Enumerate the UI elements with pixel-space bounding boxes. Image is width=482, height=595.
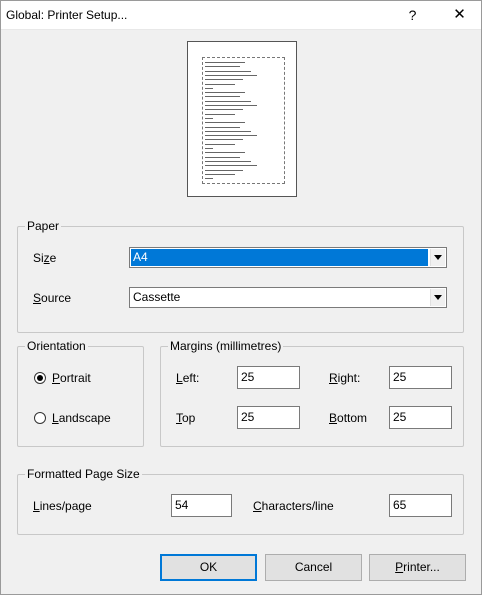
preview-text-line xyxy=(205,62,245,63)
preview-text-line xyxy=(205,169,243,171)
preview-text-line xyxy=(205,79,243,81)
preview-text-line xyxy=(205,152,245,154)
preview-text-line xyxy=(205,96,240,98)
chevron-down-icon[interactable] xyxy=(430,289,445,306)
preview-text-line xyxy=(205,139,243,141)
characters-per-line-input[interactable]: 65 xyxy=(389,494,452,517)
title-bar: Global: Printer Setup... ? ✕ xyxy=(0,0,482,30)
size-label: Size xyxy=(33,251,57,265)
preview-text-line xyxy=(205,66,240,68)
preview-text-line xyxy=(205,173,235,175)
landscape-label[interactable]: Landscape xyxy=(52,411,111,425)
size-dropdown-value: A4 xyxy=(131,249,428,266)
landscape-radio[interactable] xyxy=(34,412,46,424)
ok-button[interactable]: OK xyxy=(160,554,257,581)
cancel-button[interactable]: Cancel xyxy=(265,554,362,581)
left-margin-label: Left: xyxy=(176,371,200,385)
preview-text-line xyxy=(205,165,257,167)
page-preview xyxy=(187,41,297,197)
preview-text-line xyxy=(205,70,251,72)
preview-text-line xyxy=(205,74,257,76)
printer-button[interactable]: Printer... xyxy=(369,554,466,581)
margins-group-label: Margins (millimetres) xyxy=(168,339,284,353)
source-dropdown-value: Cassette xyxy=(133,290,181,304)
source-dropdown[interactable]: Cassette xyxy=(129,287,447,308)
preview-text-line xyxy=(205,113,235,115)
preview-text-line xyxy=(205,109,243,111)
source-label: Source xyxy=(33,291,72,305)
right-margin-label: Right: xyxy=(329,371,361,385)
preview-text-line xyxy=(205,130,251,132)
chevron-down-icon[interactable] xyxy=(430,249,445,266)
margins-group: Margins (millimetres) xyxy=(160,339,464,447)
preview-text-line xyxy=(205,156,240,158)
portrait-radio[interactable] xyxy=(34,372,46,384)
paper-group-label: Paper xyxy=(25,219,62,233)
bottom-margin-input[interactable]: 25 xyxy=(389,406,452,429)
preview-text-line xyxy=(205,143,235,145)
preview-text-line xyxy=(205,92,245,94)
lines-per-page-label: Lines/page xyxy=(33,499,92,513)
preview-text-line xyxy=(205,100,251,102)
formatted-page-size-group-label: Formatted Page Size xyxy=(25,467,142,481)
preview-text-line xyxy=(205,87,213,89)
left-margin-input[interactable]: 25 xyxy=(237,366,300,389)
characters-per-line-label: Characters/line xyxy=(253,499,334,513)
window-title: Global: Printer Setup... xyxy=(6,8,128,22)
preview-text-line xyxy=(205,135,257,137)
portrait-label[interactable]: Portrait xyxy=(52,371,91,385)
top-margin-input[interactable]: 25 xyxy=(237,406,300,429)
preview-text-line xyxy=(205,148,213,149)
preview-text-line xyxy=(205,126,240,128)
preview-text-line xyxy=(205,122,245,124)
orientation-group: Orientation xyxy=(17,339,144,447)
preview-text-line xyxy=(205,160,251,162)
close-button[interactable]: ✕ xyxy=(437,0,482,30)
bottom-margin-label: Bottom xyxy=(329,411,368,425)
right-margin-input[interactable]: 25 xyxy=(389,366,452,389)
size-dropdown[interactable]: A4 xyxy=(129,247,447,268)
preview-text-line xyxy=(205,117,213,119)
orientation-group-label: Orientation xyxy=(25,339,88,353)
help-button[interactable]: ? xyxy=(390,0,435,30)
page-preview-margin xyxy=(202,57,285,184)
lines-per-page-input[interactable]: 54 xyxy=(171,494,232,517)
preview-text-line xyxy=(205,178,213,180)
top-margin-label: Top xyxy=(176,411,196,425)
preview-text-line xyxy=(205,83,235,85)
preview-text-line xyxy=(205,105,257,106)
paper-group: Paper xyxy=(17,219,464,333)
